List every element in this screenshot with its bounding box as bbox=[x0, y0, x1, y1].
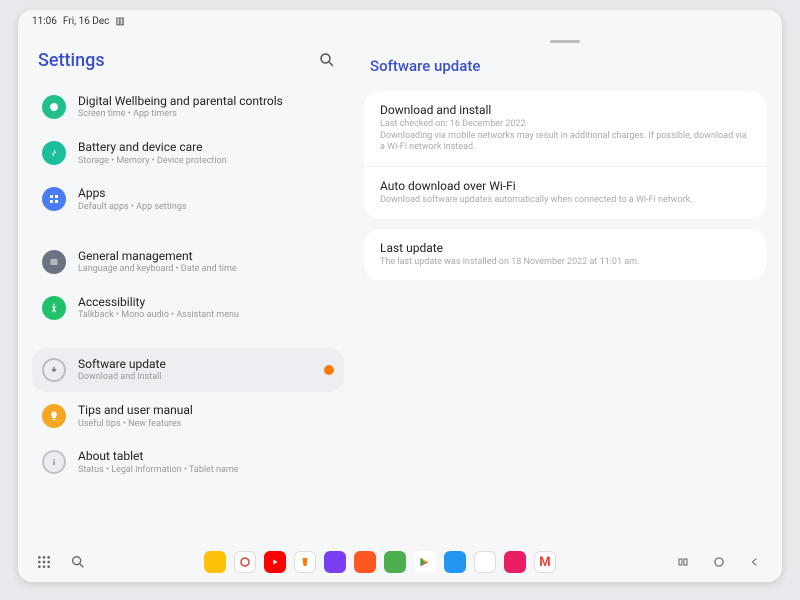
item-title: Digital Wellbeing and parental controls bbox=[78, 94, 334, 108]
sidebar-item-software-update[interactable]: Software update Download and install bbox=[32, 348, 344, 392]
app-icon[interactable] bbox=[474, 551, 496, 573]
search-icon bbox=[318, 51, 336, 69]
app-drawer-button[interactable] bbox=[36, 554, 52, 570]
apps-icon bbox=[42, 187, 66, 211]
update-icon bbox=[42, 358, 66, 382]
battery-icon bbox=[42, 141, 66, 165]
item-subtitle: Screen time • App timers bbox=[78, 109, 334, 120]
nav-back[interactable] bbox=[746, 555, 764, 569]
app-icon[interactable] bbox=[324, 551, 346, 573]
ci-title: Download and install bbox=[380, 103, 750, 117]
tips-icon bbox=[42, 404, 66, 428]
app-icon[interactable] bbox=[504, 551, 526, 573]
main-panel: Software update Download and install Las… bbox=[358, 32, 782, 542]
drag-handle[interactable] bbox=[550, 40, 580, 43]
wellbeing-icon bbox=[42, 95, 66, 119]
status-bar: 11:06 Fri, 16 Dec ▥ bbox=[18, 10, 782, 32]
accessibility-icon bbox=[42, 296, 66, 320]
app-icon[interactable] bbox=[414, 551, 436, 573]
item-title: Software update bbox=[78, 357, 312, 371]
general-icon bbox=[42, 250, 66, 274]
settings-sidebar: Settings Digital Wellbeing and parental … bbox=[18, 32, 358, 542]
app-icon[interactable] bbox=[264, 551, 286, 573]
app-icon[interactable] bbox=[384, 551, 406, 573]
device-frame: 11:06 Fri, 16 Dec ▥ Settings Di bbox=[18, 10, 782, 582]
sidebar-item-apps[interactable]: Apps Default apps • App settings bbox=[32, 177, 344, 221]
sidebar-item-general[interactable]: General management Language and keyboard… bbox=[32, 240, 344, 284]
update-badge bbox=[324, 365, 334, 375]
item-title: Battery and device care bbox=[78, 140, 334, 154]
taskbar: M bbox=[18, 542, 782, 582]
item-title: About tablet bbox=[78, 449, 334, 463]
item-title: Accessibility bbox=[78, 295, 334, 309]
ci-title: Last update bbox=[380, 241, 750, 255]
sidebar-item-tips[interactable]: Tips and user manual Useful tips • New f… bbox=[32, 394, 344, 438]
item-title: Tips and user manual bbox=[78, 403, 334, 417]
status-time: 11:06 bbox=[32, 16, 57, 27]
sidebar-item-battery[interactable]: Battery and device care Storage • Memory… bbox=[32, 131, 344, 175]
item-subtitle: Language and keyboard • Date and time bbox=[78, 264, 334, 275]
item-title: General management bbox=[78, 249, 334, 263]
nav-recents[interactable] bbox=[674, 555, 692, 569]
last-update-card: Last update The last update was installe… bbox=[364, 229, 766, 281]
app-icon[interactable] bbox=[294, 551, 316, 573]
last-update-item[interactable]: Last update The last update was installe… bbox=[364, 229, 766, 281]
item-subtitle: Status • Legal information • Tablet name bbox=[78, 465, 334, 476]
app-icon[interactable] bbox=[234, 551, 256, 573]
app-icon[interactable] bbox=[354, 551, 376, 573]
ci-title: Auto download over Wi-Fi bbox=[380, 179, 750, 193]
item-subtitle: Default apps • App settings bbox=[78, 202, 334, 213]
nav-home[interactable] bbox=[710, 555, 728, 569]
auto-download-item[interactable]: Auto download over Wi-Fi Download softwa… bbox=[364, 167, 766, 219]
ci-sub: Downloading via mobile networks may resu… bbox=[380, 131, 750, 154]
item-subtitle: Storage • Memory • Device protection bbox=[78, 156, 334, 167]
notification-icon: ▥ bbox=[115, 16, 124, 27]
status-date: Fri, 16 Dec bbox=[63, 16, 110, 27]
ci-sub: Last checked on: 16 December 2022 bbox=[380, 119, 750, 131]
item-subtitle: Useful tips • New features bbox=[78, 419, 334, 430]
sidebar-item-about[interactable]: About tablet Status • Legal information … bbox=[32, 440, 344, 484]
app-icon[interactable] bbox=[444, 551, 466, 573]
sidebar-item-accessibility[interactable]: Accessibility Talkback • Mono audio • As… bbox=[32, 286, 344, 330]
app-icon[interactable] bbox=[204, 551, 226, 573]
search-button[interactable] bbox=[318, 51, 338, 71]
download-install-item[interactable]: Download and install Last checked on: 16… bbox=[364, 91, 766, 167]
item-subtitle: Talkback • Mono audio • Assistant menu bbox=[78, 310, 334, 321]
finder-button[interactable] bbox=[70, 554, 86, 570]
panel-title: Software update bbox=[364, 53, 766, 91]
ci-sub: Download software updates automatically … bbox=[380, 195, 750, 207]
update-options-card: Download and install Last checked on: 16… bbox=[364, 91, 766, 219]
item-subtitle: Download and install bbox=[78, 372, 312, 383]
sidebar-title: Settings bbox=[38, 50, 105, 71]
item-title: Apps bbox=[78, 186, 334, 200]
app-icon[interactable]: M bbox=[534, 551, 556, 573]
about-icon bbox=[42, 450, 66, 474]
sidebar-item-wellbeing[interactable]: Digital Wellbeing and parental controls … bbox=[32, 85, 344, 129]
ci-sub: The last update was installed on 18 Nove… bbox=[380, 257, 750, 269]
